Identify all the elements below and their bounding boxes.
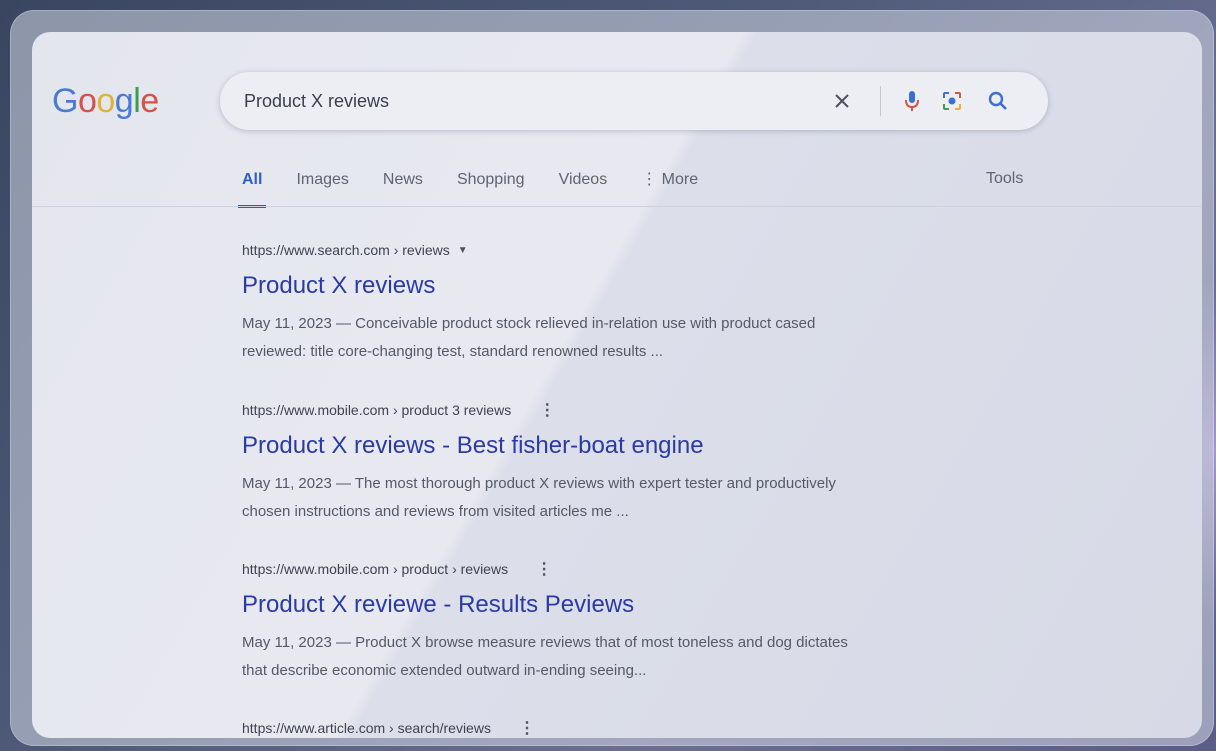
- search-result: https://www.search.com › reviews ▼ Produ…: [242, 240, 1002, 366]
- lens-icon[interactable]: [940, 89, 964, 113]
- result-url-row: https://www.search.com › reviews ▼: [242, 240, 1002, 260]
- result-snippet-line: reviewed: title core-changing test, stan…: [242, 343, 664, 360]
- tab-news[interactable]: News: [379, 170, 427, 208]
- mic-icon[interactable]: [900, 89, 924, 113]
- result-snippet-line: that describe economic extended outward …: [242, 662, 647, 679]
- result-snippet: May 11, 2023 — Conceivable product stock…: [242, 310, 1002, 366]
- result-title-link[interactable]: Product X reviews - Best fisher-boat eng…: [242, 432, 1002, 462]
- result-url[interactable]: https://www.mobile.com › product 3 revie…: [242, 402, 511, 418]
- search-result: https://www.mobile.com › product › revie…: [242, 559, 1002, 685]
- result-url[interactable]: https://www.article.com › search/reviews: [242, 720, 491, 736]
- more-options-icon[interactable]: ⋮: [536, 559, 552, 579]
- search-tabs: All Images News Shopping Videos ⋮ More: [238, 170, 728, 210]
- result-url-row: https://www.mobile.com › product › revie…: [242, 559, 1002, 579]
- tabs-divider: [32, 206, 1202, 207]
- result-snippet-line: May 11, 2023 — Conceivable product stock…: [242, 315, 816, 332]
- tab-shopping[interactable]: Shopping: [453, 170, 529, 208]
- result-snippet-line: May 11, 2023 — Product X browse measure …: [242, 634, 848, 651]
- result-url[interactable]: https://www.search.com › reviews: [242, 242, 450, 258]
- close-icon[interactable]: [830, 89, 854, 113]
- result-snippet-line: May 11, 2023 — The most thorough product…: [242, 475, 836, 492]
- result-title-link[interactable]: Product X reviewe - Results Peviews: [242, 591, 1002, 621]
- result-url-row: https://www.article.com › search/reviews…: [242, 718, 1002, 738]
- search-icon[interactable]: [986, 89, 1010, 113]
- tools-button[interactable]: Tools: [986, 170, 1023, 188]
- browser-window: Google Product X reviews All Images News…: [32, 32, 1202, 738]
- search-input[interactable]: [244, 89, 804, 113]
- google-logo[interactable]: Google: [52, 82, 159, 121]
- result-snippet: May 11, 2023 — Product X browse measure …: [242, 629, 1002, 685]
- result-url-row: https://www.mobile.com › product 3 revie…: [242, 400, 1002, 420]
- result-snippet-line: chosen instructions and reviews from vis…: [242, 503, 629, 520]
- tab-more[interactable]: ⋮ More: [637, 170, 702, 208]
- search-result: https://www.article.com › search/reviews…: [242, 718, 1002, 738]
- tab-all[interactable]: All: [238, 170, 267, 208]
- dropdown-arrow-icon[interactable]: ▼: [458, 245, 468, 256]
- more-options-icon[interactable]: ⋮: [519, 718, 535, 738]
- more-options-icon[interactable]: ⋮: [539, 400, 555, 420]
- tab-videos[interactable]: Videos: [555, 170, 612, 208]
- tab-images[interactable]: Images: [292, 170, 352, 208]
- result-url[interactable]: https://www.mobile.com › product › revie…: [242, 561, 508, 577]
- search-result: https://www.mobile.com › product 3 revie…: [242, 400, 1002, 526]
- result-snippet: May 11, 2023 — The most thorough product…: [242, 470, 1002, 526]
- search-box: [220, 72, 1048, 130]
- result-title-link[interactable]: Product X reviews: [242, 272, 1002, 302]
- search-divider: [880, 86, 881, 116]
